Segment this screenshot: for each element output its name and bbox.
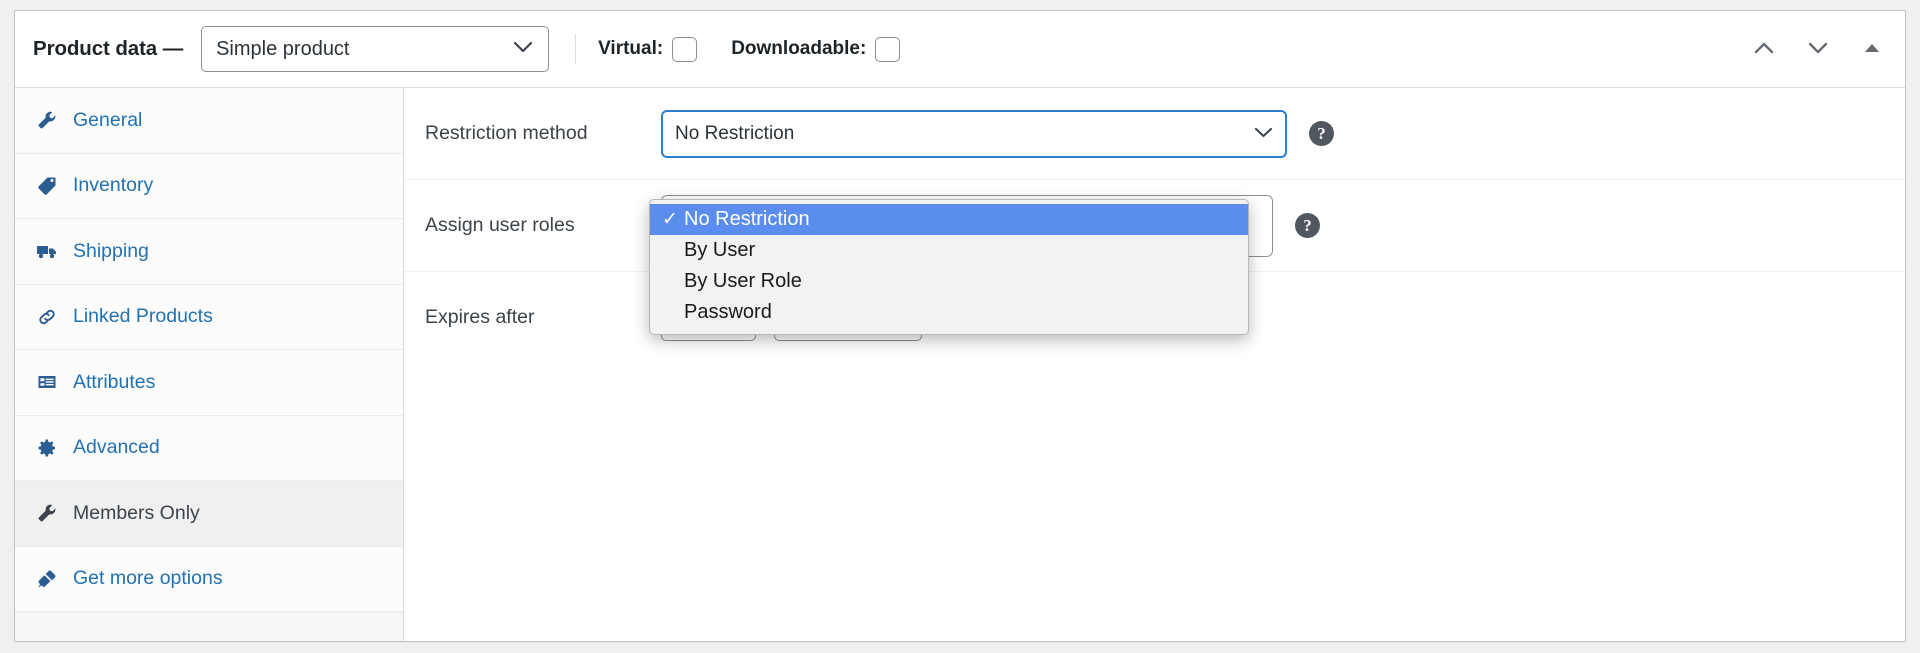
dropdown-option-by-user-role[interactable]: ✓ By User Role [650, 266, 1248, 297]
downloadable-checkbox[interactable] [875, 36, 901, 62]
chevron-down-icon [1807, 41, 1829, 58]
page-title: Product data — [33, 37, 184, 60]
dropdown-option-label: By User [684, 239, 756, 261]
sidebar-item-label: Shipping [73, 239, 149, 262]
gear-icon [35, 436, 59, 460]
sidebar-item-label: Attributes [73, 370, 156, 393]
dropdown-option-no-restriction[interactable]: ✓ No Restriction [650, 204, 1248, 235]
restriction-method-help-icon[interactable]: ? [1309, 121, 1334, 146]
product-data-metabox: Product data — Simple product Virtual: D… [14, 10, 1906, 642]
dropdown-option-password[interactable]: ✓ Password [650, 297, 1248, 328]
assign-user-roles-help-icon[interactable]: ? [1295, 213, 1320, 238]
sidebar-item-inventory[interactable]: Inventory [15, 153, 403, 219]
triangle-up-icon [1863, 42, 1881, 57]
restriction-method-dropdown[interactable]: ✓ No Restriction ✓ By User ✓ By User Rol… [649, 199, 1249, 335]
dropdown-option-by-user[interactable]: ✓ By User [650, 235, 1248, 266]
truck-icon [35, 239, 59, 263]
virtual-checkbox[interactable] [672, 36, 698, 62]
link-icon [35, 305, 59, 329]
checkmark-icon-placeholder: ✓ [662, 241, 684, 260]
checkmark-icon-placeholder: ✓ [662, 303, 684, 322]
sidebar-item-label: Members Only [73, 501, 200, 524]
virtual-checkbox-group: Virtual: [598, 36, 698, 62]
header-controls [1747, 32, 1889, 66]
sidebar-item-get-more-options[interactable]: Get more options [15, 546, 403, 612]
restriction-method-label: Restriction method [425, 121, 588, 144]
checkmark-icon-placeholder: ✓ [662, 272, 684, 291]
virtual-label: Virtual: [598, 38, 664, 59]
sidebar-item-label: Inventory [73, 174, 154, 196]
tabs-filler [15, 612, 403, 641]
downloadable-label: Downloadable: [731, 38, 867, 59]
sidebar-item-label: Advanced [73, 436, 160, 458]
move-down-button[interactable] [1801, 32, 1835, 66]
sidebar-item-members-only[interactable]: Members Only [15, 481, 403, 547]
sidebar-item-advanced[interactable]: Advanced [15, 415, 403, 481]
sidebar-item-shipping[interactable]: Shipping [15, 219, 403, 285]
sidebar-item-label: Get more options [73, 567, 223, 589]
tag-icon [35, 174, 59, 198]
dropdown-option-label: By User Role [684, 270, 802, 292]
assign-user-roles-label: Assign user roles [425, 213, 575, 236]
move-up-button[interactable] [1747, 32, 1781, 66]
dropdown-option-label: Password [684, 301, 772, 323]
restriction-method-select-wrap: No Restriction [661, 109, 1287, 158]
product-data-body: General Inventory Shipping Linked Produc… [15, 88, 1905, 641]
sidebar-item-label: General [73, 108, 143, 131]
list-box-icon [35, 370, 59, 394]
expires-after-label: Expires after [425, 306, 535, 329]
members-only-options-panel: Restriction method No Restriction ? Assi… [404, 88, 1905, 641]
header-divider [575, 34, 577, 64]
restriction-method-select[interactable]: No Restriction [661, 109, 1287, 158]
product-type-select[interactable]: Simple product [201, 26, 550, 72]
field-row-restriction-method: Restriction method No Restriction ? [404, 88, 1905, 180]
sidebar-item-label: Linked Products [73, 305, 213, 327]
checkmark-icon: ✓ [662, 209, 678, 230]
sidebar-item-attributes[interactable]: Attributes [15, 350, 403, 416]
product-data-tabs: General Inventory Shipping Linked Produc… [15, 88, 404, 641]
product-data-header: Product data — Simple product Virtual: D… [15, 11, 1905, 88]
downloadable-checkbox-group: Downloadable: [731, 36, 901, 62]
plug-icon [35, 567, 59, 591]
product-type-select-wrap: Simple product [201, 26, 550, 72]
dropdown-option-label: No Restriction [684, 208, 810, 230]
sidebar-item-linked-products[interactable]: Linked Products [15, 284, 403, 350]
wrench-icon [35, 108, 59, 132]
wrench-icon [35, 501, 59, 525]
toggle-panel-button[interactable] [1855, 32, 1889, 66]
chevron-up-icon [1753, 41, 1775, 58]
sidebar-item-general[interactable]: General [15, 88, 403, 154]
restriction-method-control: No Restriction ? [661, 109, 1334, 158]
